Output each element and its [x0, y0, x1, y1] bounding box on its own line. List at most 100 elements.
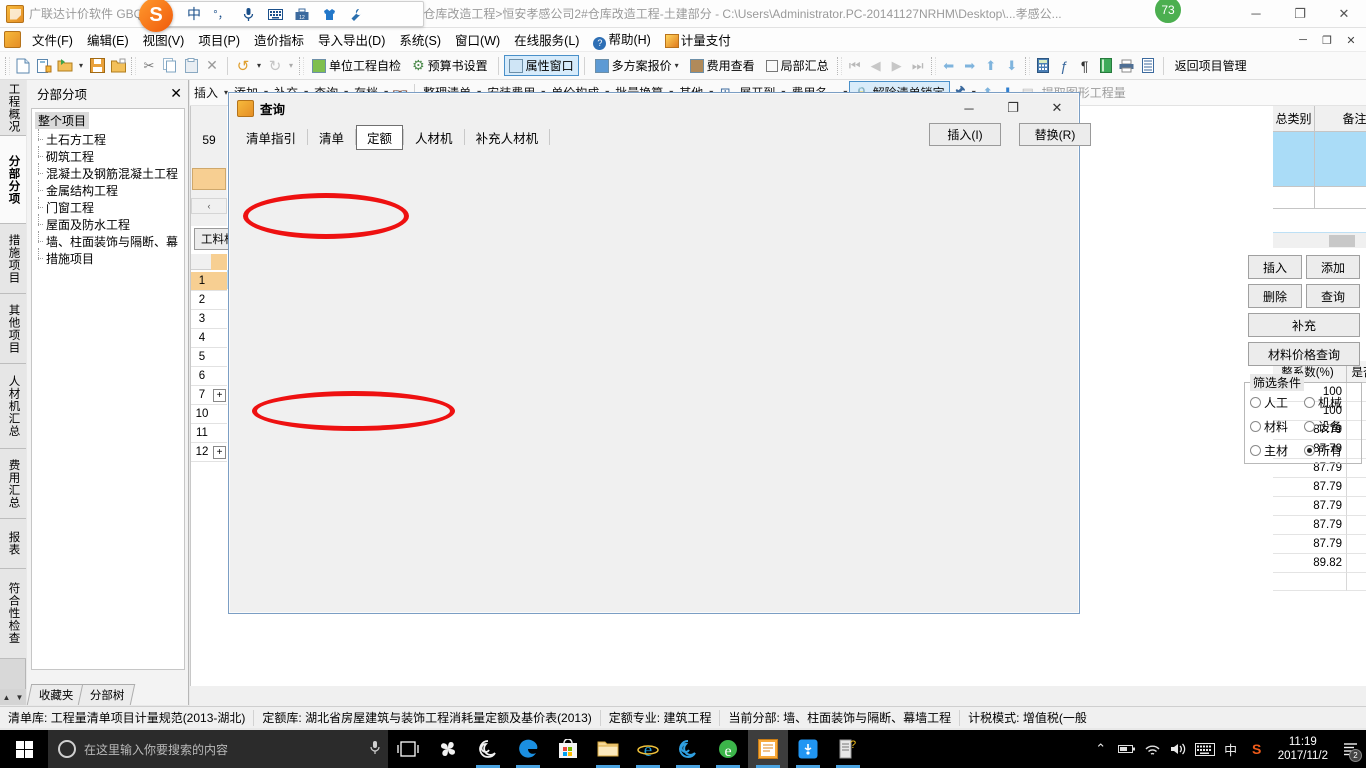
fee-view-button[interactable]: 费用查看 — [685, 55, 760, 76]
scroll-thumb[interactable] — [1329, 234, 1355, 247]
tree-item-masonry[interactable]: 砌筑工程 — [32, 146, 184, 165]
tab-supplement-labor-material[interactable]: 补充人材机 — [465, 125, 550, 150]
paste-icon[interactable] — [181, 56, 201, 76]
cell-total-category[interactable] — [1273, 132, 1315, 187]
redo-icon[interactable]: ↻ — [265, 56, 285, 76]
cortana-icon[interactable] — [58, 740, 76, 758]
cell-estimate[interactable] — [1347, 554, 1366, 573]
ime-language-icon[interactable]: 中 — [1218, 730, 1244, 768]
cell-estimate[interactable] — [1347, 478, 1366, 497]
function-icon[interactable]: ƒ — [1054, 56, 1074, 76]
insert-button[interactable]: 插入 — [1248, 255, 1302, 279]
menu-item-system[interactable]: 系统(S) — [392, 28, 448, 51]
menu-item-online-service[interactable]: 在线服务(L) — [507, 28, 586, 51]
nav-prev-icon[interactable]: ◀ — [866, 56, 886, 76]
radio-icon[interactable] — [1250, 445, 1261, 456]
table-row[interactable]: 5 — [191, 348, 227, 367]
table-row[interactable]: 11 — [191, 424, 227, 443]
redo-caret-icon[interactable]: ▾ — [286, 56, 296, 76]
cell-estimate[interactable] — [1347, 535, 1366, 554]
tab-division-tree[interactable]: 分部树 — [77, 684, 135, 705]
self-check-button[interactable]: 单位工程自检 — [307, 55, 406, 76]
add-button[interactable]: 添加 — [1306, 255, 1360, 279]
cell-remark[interactable] — [1315, 132, 1366, 187]
local-summary-checkbox[interactable] — [765, 59, 778, 72]
keyboard-icon[interactable] — [262, 3, 288, 25]
menu-item-project[interactable]: 项目(P) — [191, 28, 247, 51]
tree-item-doors-windows[interactable]: 门窗工程 — [32, 197, 184, 216]
taskbar-clock[interactable]: 11:19 2017/11/2 — [1270, 735, 1336, 763]
tree-item-wall-decoration[interactable]: 墙、柱面装饰与隔断、幕 — [32, 231, 184, 250]
filter-radio-main-material[interactable]: 主材 — [1250, 442, 1304, 459]
cell-total-category[interactable] — [1273, 187, 1315, 209]
sogou-tray-icon[interactable]: S — [1244, 730, 1270, 768]
table-row[interactable]: 4 — [191, 329, 227, 348]
grid-right-hscrollbar[interactable]: ❯ — [1273, 232, 1366, 248]
mdi-restore[interactable]: ❐ — [1316, 31, 1338, 49]
tab-list-guide[interactable]: 清单指引 — [235, 125, 307, 150]
spiral-blue-app-icon[interactable] — [668, 730, 708, 768]
ctx-insert[interactable]: 插入 — [190, 82, 222, 103]
radio-icon[interactable] — [1304, 445, 1315, 456]
cloud-app-icon[interactable] — [788, 730, 828, 768]
delete-button[interactable]: 删除 — [1248, 284, 1302, 308]
menu-item-view[interactable]: 视图(V) — [136, 28, 192, 51]
grid-h-scroll-left-arrow[interactable]: ‹ — [191, 198, 227, 214]
spiral-app-icon[interactable] — [468, 730, 508, 768]
close-button[interactable]: ✕ — [1322, 0, 1366, 28]
cell-estimate[interactable] — [1347, 516, 1366, 535]
undo-icon[interactable]: ↺ — [233, 56, 253, 76]
table-row[interactable]: 10 — [191, 405, 227, 424]
ime-punctuation-icon[interactable]: °， — [208, 3, 234, 25]
tab-favorites[interactable]: 收藏夹 — [26, 684, 84, 705]
wifi-icon[interactable] — [1140, 730, 1166, 768]
tree-item-roof-waterproof[interactable]: 屋面及防水工程 — [32, 214, 184, 233]
table-row[interactable]: 1 — [191, 272, 227, 291]
arrow-up-icon[interactable]: ⬆ — [981, 56, 1001, 76]
return-project-button[interactable]: 返回项目管理 — [1169, 55, 1253, 76]
keyboard-icon[interactable] — [1192, 730, 1218, 768]
toolbox-icon[interactable]: 12 — [289, 3, 315, 25]
toolbar-grip-6[interactable] — [1024, 56, 1030, 75]
menu-item-file[interactable]: 文件(F) — [25, 28, 80, 51]
supplement-button[interactable]: 补充 — [1248, 313, 1360, 337]
arrow-right-icon[interactable]: ➡ — [960, 56, 980, 76]
filter-radio-equipment[interactable]: 设备 — [1304, 418, 1358, 435]
column-header-total-category[interactable]: 总类别 — [1273, 106, 1315, 131]
sidebar-item-measure-items[interactable]: 措施项目 — [0, 224, 26, 294]
minimize-button[interactable]: ─ — [1234, 0, 1278, 28]
ime-toolbar[interactable]: S 中 °， 12 — [139, 0, 424, 32]
report-icon[interactable] — [1138, 56, 1158, 76]
save-as-icon[interactable] — [108, 56, 128, 76]
cell-estimate[interactable] — [1347, 573, 1366, 591]
wrench-icon[interactable] — [343, 3, 369, 25]
table-row[interactable]: 89.82 — [1273, 554, 1366, 573]
edge-browser-icon[interactable] — [508, 730, 548, 768]
expand-row-icon[interactable]: + — [213, 388, 226, 402]
table-row[interactable] — [1273, 187, 1366, 209]
dialog-close-button[interactable]: ✕ — [1035, 93, 1079, 123]
nav-first-icon[interactable]: ⏮ — [845, 56, 865, 76]
menu-item-window[interactable]: 窗口(W) — [448, 28, 507, 51]
nav-last-icon[interactable]: ⏭ — [908, 56, 928, 76]
sidebar-item-reports[interactable]: 报表 — [0, 519, 26, 569]
table-row[interactable]: 6 — [191, 367, 227, 386]
cell-remark[interactable] — [1315, 187, 1366, 209]
radio-icon[interactable] — [1250, 421, 1261, 432]
tab-list[interactable]: 清单 — [308, 125, 355, 150]
table-row[interactable]: 87.79 — [1273, 535, 1366, 554]
print-icon[interactable] — [1117, 56, 1137, 76]
tree-item-metal-structure[interactable]: 金属结构工程 — [32, 180, 184, 199]
glodon-app-icon[interactable] — [748, 730, 788, 768]
open-dropdown-caret-icon[interactable]: ▾ — [76, 56, 86, 76]
multi-scheme-button[interactable]: 多方案报价 ▾ — [590, 55, 684, 76]
nav-next-icon[interactable]: ▶ — [887, 56, 907, 76]
filter-radio-labor[interactable]: 人工 — [1250, 394, 1304, 411]
sidebar-scroll-controls[interactable]: ▲ ▼ — [0, 689, 26, 705]
table-row[interactable]: 87.79 — [1273, 497, 1366, 516]
material-price-query-button[interactable]: 材料价格查询 — [1248, 342, 1360, 366]
cell-estimate[interactable] — [1347, 497, 1366, 516]
sidebar-scroll-up-icon[interactable]: ▲ — [3, 693, 11, 702]
dialog-maximize-button[interactable]: ❐ — [991, 93, 1035, 123]
help-document-icon[interactable]: ? — [828, 730, 868, 768]
